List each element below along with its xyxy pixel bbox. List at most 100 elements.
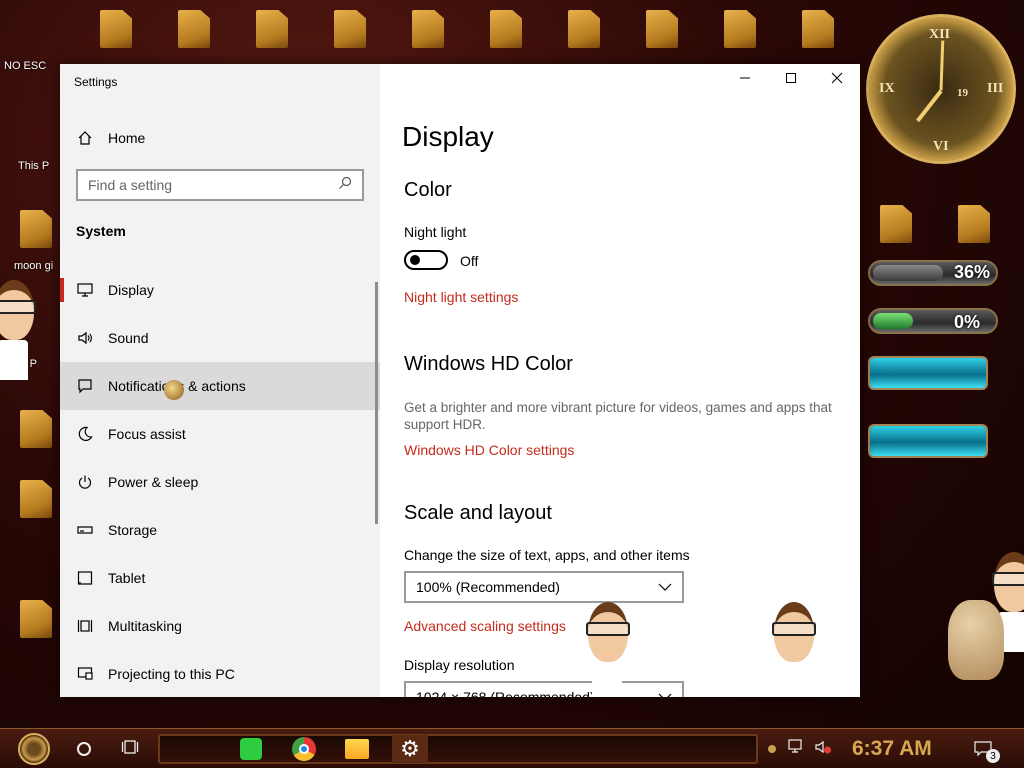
file-explorer-icon [345, 739, 369, 759]
desktop-folder-icon[interactable] [256, 10, 288, 48]
desktop-folder-icon[interactable] [20, 600, 52, 638]
hd-color-heading: Windows HD Color [404, 353, 573, 375]
action-center-button[interactable]: 3 [970, 735, 1000, 763]
desktop-folder-icon[interactable] [20, 410, 52, 448]
close-button[interactable] [814, 64, 860, 96]
desktop-folder-icon[interactable] [880, 205, 912, 243]
sidebar-item-home[interactable]: Home [60, 118, 380, 158]
power-icon [76, 473, 94, 491]
search-circle-icon [77, 742, 91, 756]
resolution-label: Display resolution [404, 657, 515, 673]
night-light-toggle[interactable] [404, 250, 448, 270]
disk-tube [868, 356, 988, 390]
hd-color-description: Get a brighter and more vibrant picture … [404, 400, 832, 432]
search-input[interactable] [88, 177, 338, 193]
scale-dropdown[interactable]: 100% (Recommended) [404, 571, 684, 603]
sidebar-item-label: Focus assist [108, 426, 186, 442]
sidebar-item-label: Power & sleep [108, 474, 199, 490]
taskbar-app-explorer[interactable] [342, 735, 372, 763]
clock-numeral: XII [929, 27, 951, 42]
minimize-icon [739, 71, 751, 89]
scale-label: Change the size of text, apps, and other… [404, 547, 690, 563]
desktop-folder-icon[interactable] [724, 10, 756, 48]
desktop-folder-icon[interactable] [802, 10, 834, 48]
notification-count-badge: 3 [986, 749, 1000, 763]
sidebar-item-projecting[interactable]: Projecting to this PC [60, 650, 380, 697]
close-icon [831, 71, 843, 89]
advanced-scaling-link[interactable]: Advanced scaling settings [404, 618, 566, 634]
taskbar-clock[interactable]: 6:37 AM [852, 737, 932, 761]
projector-icon [76, 665, 94, 683]
animated-cursor-icon [164, 380, 184, 400]
volume-muted-icon [814, 739, 832, 760]
clock-numeral: VI [933, 139, 949, 154]
content-pane: Display Color Night light Off Night ligh… [380, 64, 860, 697]
desktop-folder-icon[interactable] [958, 205, 990, 243]
show-hidden-icons-button[interactable] [764, 735, 780, 763]
color-heading: Color [404, 179, 452, 201]
clock-numeral: III [987, 81, 1004, 96]
desktop-folder-icon[interactable] [334, 10, 366, 48]
desktop-folder-icon[interactable] [100, 10, 132, 48]
sidebar-item-label: Projecting to this PC [108, 666, 235, 682]
desktop-label: NO ESC [4, 60, 47, 72]
sidebar-item-focus-assist[interactable]: Focus assist [60, 410, 380, 458]
maximize-icon [785, 71, 797, 89]
sidebar-item-label: Home [108, 130, 146, 146]
home-icon [76, 129, 94, 147]
sidebar-item-notifications[interactable]: Notifications & actions [60, 362, 380, 410]
clock-hour-hand [916, 89, 943, 123]
search-icon[interactable] [338, 176, 352, 195]
memory-gauge-value: 0% [954, 312, 981, 332]
volume-button[interactable] [812, 735, 834, 763]
night-light-settings-link[interactable]: Night light settings [404, 289, 518, 305]
gopher-image [948, 600, 1004, 680]
desktop-folder-icon[interactable] [20, 210, 52, 248]
cartoon-character [0, 280, 36, 400]
start-button[interactable] [12, 733, 56, 765]
gear-icon: ⚙ [400, 736, 420, 761]
desktop-folder-icon[interactable] [20, 480, 52, 518]
chrome-icon [292, 737, 316, 761]
sidebar-item-multitasking[interactable]: Multitasking [60, 602, 380, 650]
hd-color-settings-link[interactable]: Windows HD Color settings [404, 442, 574, 458]
sidebar-item-label: Sound [108, 330, 149, 346]
settings-window: Settings Home System Display [60, 64, 860, 697]
night-light-state: Off [460, 253, 479, 269]
sidebar-item-sound[interactable]: Sound [60, 314, 380, 362]
chevron-down-icon [658, 689, 672, 697]
cartoon-character [582, 602, 630, 697]
sidebar-item-display[interactable]: Display [60, 266, 380, 314]
desktop-folder-icon[interactable] [568, 10, 600, 48]
sidebar-item-label: Display [108, 282, 154, 298]
moon-icon [76, 425, 94, 443]
speaker-icon [76, 329, 94, 347]
maximize-button[interactable] [768, 64, 814, 96]
night-light-label: Night light [404, 224, 467, 240]
desktop-folder-icon[interactable] [646, 10, 678, 48]
sidebar-item-tablet[interactable]: Tablet [60, 554, 380, 602]
storage-icon [76, 521, 94, 539]
desktop-label: moon gi [14, 260, 54, 272]
notification-icon [76, 377, 94, 395]
taskbar-app-settings[interactable]: ⚙ [392, 735, 428, 763]
minimize-button[interactable] [722, 64, 768, 96]
taskbar-app-spotify[interactable] [236, 735, 266, 763]
sidebar-scrollbar[interactable] [375, 282, 378, 524]
sidebar-item-storage[interactable]: Storage [60, 506, 380, 554]
desktop-folder-icon[interactable] [412, 10, 444, 48]
scale-layout-heading: Scale and layout [404, 502, 552, 524]
sidebar-item-power-sleep[interactable]: Power & sleep [60, 458, 380, 506]
clock-widget: XII III VI IX 19 [866, 14, 1016, 164]
desktop-folder-icon[interactable] [178, 10, 210, 48]
resolution-dropdown[interactable]: 1024 × 768 (Recommended) [404, 681, 684, 697]
search-box [76, 169, 364, 201]
page-title: Display [402, 121, 494, 152]
taskbar-app-chrome[interactable] [289, 735, 319, 763]
desktop-folder-icon[interactable] [490, 10, 522, 48]
tray-arrow-icon [768, 745, 776, 753]
task-view-button[interactable] [116, 735, 144, 763]
cpu-gauge-value: 36% [954, 262, 991, 282]
network-button[interactable] [786, 735, 808, 763]
search-button[interactable] [70, 735, 98, 763]
